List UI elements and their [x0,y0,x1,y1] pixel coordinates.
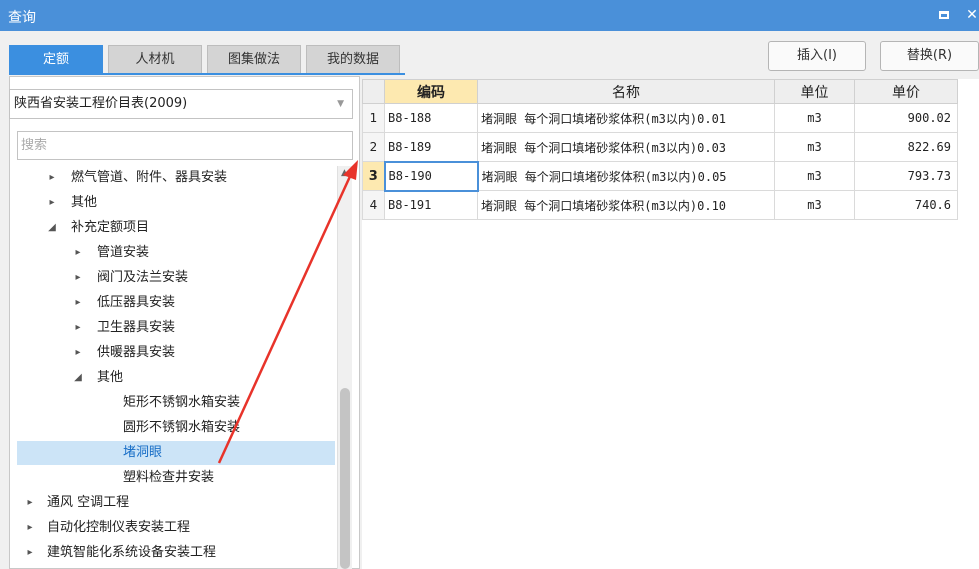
header-rownum [362,79,385,104]
tree-scrollbar[interactable]: ▲ [337,166,352,569]
expand-caret-icon[interactable]: ▸ [72,341,84,365]
maximize-icon[interactable] [934,5,954,25]
cell-name[interactable]: 堵洞眼 每个洞口填堵砂浆体积(m3以内)0.05 [477,161,775,191]
expand-caret-icon[interactable]: ▸ [24,541,36,565]
row-number: 1 [362,103,385,133]
collapse-caret-icon[interactable]: ◢ [72,366,84,390]
tree-item[interactable]: ▸ 燃气管道、附件、器具安装 [17,166,335,190]
results-table: 编码 名称 单位 单价 1 B8-188 堵洞眼 每个洞口填堵砂浆体积(m3以内… [362,79,958,220]
tree-item[interactable]: ▸ 供暖器具安装 [17,341,335,365]
tree-item[interactable]: ◢ 补充定额项目 [17,216,335,240]
tree-item[interactable]: ▸ 阀门及法兰安装 [17,266,335,290]
cell-name[interactable]: 堵洞眼 每个洞口填堵砂浆体积(m3以内)0.10 [477,190,775,220]
tree-item-label: 堵洞眼 [123,445,163,460]
row-number: 4 [362,190,385,220]
cell-unit[interactable]: m3 [774,161,855,191]
expand-caret-icon[interactable]: ▸ [72,266,84,290]
scrollbar-thumb[interactable] [340,388,350,569]
tree-item-label: 管道安装 [97,245,150,260]
scroll-up-icon[interactable]: ▲ [341,168,348,178]
cell-code-focused[interactable]: B8-190 [383,160,479,192]
close-icon[interactable]: ✕ [962,5,979,25]
tree-item-label: 矩形不锈钢水箱安装 [123,395,241,410]
tree-item-label: 塑料检查井安装 [123,470,215,485]
insert-button[interactable]: 插入(I) [768,41,866,71]
cell-price[interactable]: 900.02 [854,103,958,133]
row-number: 3 [362,161,385,191]
header-unit[interactable]: 单位 [774,79,855,104]
title-bar: 查询 ✕ [0,0,979,31]
tree-item[interactable]: ▸ 自动化控制仪表安装工程 [17,516,335,540]
tab-underline [9,73,405,75]
window-title: 查询 [8,10,36,26]
cell-code[interactable]: B8-188 [384,103,478,133]
cell-unit[interactable]: m3 [774,132,855,162]
header-price[interactable]: 单价 [854,79,958,104]
tree-item[interactable]: ▸ 管道安装 [17,241,335,265]
tree-item-label: 圆形不锈钢水箱安装 [123,420,241,435]
tab-atlas-method[interactable]: 图集做法 [207,45,301,73]
expand-caret-icon[interactable]: ▸ [46,166,58,190]
table-header-row: 编码 名称 单位 单价 [362,79,958,104]
tab-quota[interactable]: 定额 [9,45,103,73]
cell-price[interactable]: 793.73 [854,161,958,191]
tree-item[interactable]: 圆形不锈钢水箱安装 [17,416,335,440]
tree-item[interactable]: 塑料检查井安装 [17,466,335,490]
tree-item[interactable]: ▸ 其他 [17,191,335,215]
tab-my-data[interactable]: 我的数据 [306,45,400,73]
expand-caret-icon[interactable]: ▸ [72,316,84,340]
expand-caret-icon[interactable]: ▸ [24,491,36,515]
cell-unit[interactable]: m3 [774,190,855,220]
table-row-current[interactable]: 3 B8-190 堵洞眼 每个洞口填堵砂浆体积(m3以内)0.05 m3 793… [362,160,958,192]
collapse-caret-icon[interactable]: ◢ [46,216,58,240]
cell-code[interactable]: B8-191 [384,190,478,220]
quota-tree: ▸ 燃气管道、附件、器具安装 ▸ 其他 ◢ 补充定额项目 ▸ 管道安装 ▸ 阀门… [17,166,337,569]
cell-name[interactable]: 堵洞眼 每个洞口填堵砂浆体积(m3以内)0.01 [477,103,775,133]
search-input[interactable] [17,131,353,160]
tree-item-label: 燃气管道、附件、器具安装 [71,170,228,185]
header-code[interactable]: 编码 [384,79,478,104]
cell-unit[interactable]: m3 [774,103,855,133]
tree-item-label: 其他 [71,195,98,210]
replace-button[interactable]: 替换(R) [880,41,979,71]
tree-item-label: 阀门及法兰安装 [97,270,189,285]
table-row[interactable]: 4 B8-191 堵洞眼 每个洞口填堵砂浆体积(m3以内)0.10 m3 740… [362,190,958,220]
tree-item-selected[interactable]: 堵洞眼 [17,441,335,465]
tree-item-label: 建筑智能化系统设备安装工程 [47,545,217,560]
tree-item[interactable]: ▸ 卫生器具安装 [17,316,335,340]
cell-price[interactable]: 822.69 [854,132,958,162]
tree-item[interactable]: ▸ 建筑智能化系统设备安装工程 [17,541,335,565]
chevron-down-icon: ▼ [337,99,344,109]
expand-caret-icon[interactable]: ▸ [72,291,84,315]
tree-item-label: 自动化控制仪表安装工程 [47,520,191,535]
row-number: 2 [362,132,385,162]
expand-caret-icon[interactable]: ▸ [72,241,84,265]
header-name[interactable]: 名称 [477,79,775,104]
tree-item[interactable]: ▸ 通风 空调工程 [17,491,335,515]
library-select-value: 陕西省安装工程价目表(2009) [14,96,188,111]
expand-caret-icon[interactable]: ▸ [24,516,36,540]
tree-item-label: 供暖器具安装 [97,345,176,360]
library-select[interactable]: 陕西省安装工程价目表(2009) ▼ [9,89,353,119]
cell-name[interactable]: 堵洞眼 每个洞口填堵砂浆体积(m3以内)0.03 [477,132,775,162]
table-row[interactable]: 1 B8-188 堵洞眼 每个洞口填堵砂浆体积(m3以内)0.01 m3 900… [362,103,958,133]
cell-code[interactable]: B8-189 [384,132,478,162]
tree-item[interactable]: ◢ 其他 [17,366,335,390]
tree-item-label: 低压器具安装 [97,295,176,310]
tree-item-label: 补充定额项目 [71,220,150,235]
tree-item-label: 卫生器具安装 [97,320,176,335]
table-row[interactable]: 2 B8-189 堵洞眼 每个洞口填堵砂浆体积(m3以内)0.03 m3 822… [362,132,958,162]
tree-item[interactable]: 矩形不锈钢水箱安装 [17,391,335,415]
cell-price[interactable]: 740.6 [854,190,958,220]
tree-item[interactable]: ▸ 低压器具安装 [17,291,335,315]
results-grid: 编码 名称 单位 单价 1 B8-188 堵洞眼 每个洞口填堵砂浆体积(m3以内… [362,79,979,569]
tree-item-label: 其他 [97,370,124,385]
tree-item-label: 通风 空调工程 [47,495,130,510]
expand-caret-icon[interactable]: ▸ [46,191,58,215]
tab-labor-material-machine[interactable]: 人材机 [108,45,202,73]
